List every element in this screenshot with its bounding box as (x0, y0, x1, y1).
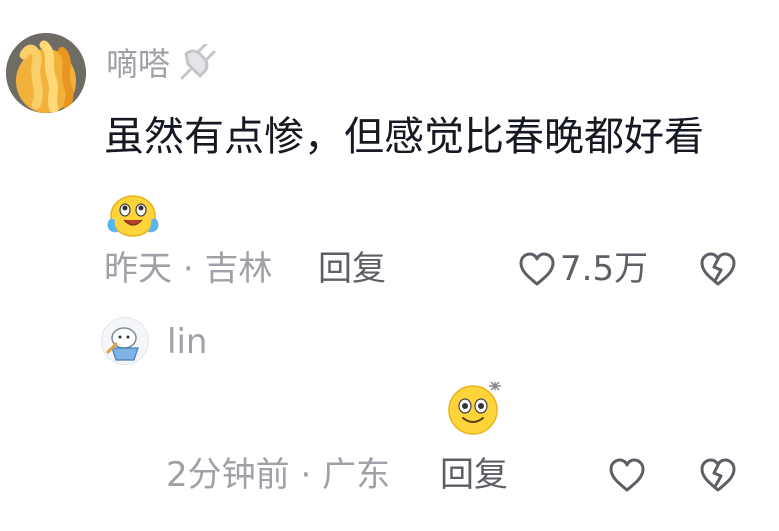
broken-heart-icon (700, 458, 736, 492)
reply-reply-button[interactable]: 回复 (440, 453, 508, 497)
heart-outline-icon (609, 458, 645, 492)
reply-location: 广东 (322, 455, 391, 495)
commenter-avatar[interactable] (6, 33, 86, 113)
meta-separator: · (300, 455, 312, 495)
meta-separator: · (182, 249, 194, 289)
reply-username[interactable]: lin (167, 320, 207, 364)
comment-body: 虽然有点惨，但感觉比春晚都好看 (104, 96, 744, 260)
reply-avatar-image (102, 318, 148, 364)
plug-icon (180, 44, 216, 80)
comment-thread: 嘀嗒 虽然有点惨，但感觉比春晚都好看 昨天 · 吉林 回复 7.5万 lin 2… (0, 0, 779, 531)
crying-laughing-emoji (107, 195, 159, 237)
smiling-wink-emoji (448, 381, 501, 435)
avatar-image (6, 33, 86, 113)
reply-like-button[interactable] (608, 457, 646, 497)
commenter-username[interactable]: 嘀嗒 (106, 44, 220, 84)
reply-dislike-button[interactable] (699, 457, 737, 497)
reply-time: 2分钟前 (166, 455, 290, 495)
dislike-button[interactable] (699, 251, 737, 291)
like-button[interactable]: 7.5万 (518, 247, 648, 291)
like-count: 7.5万 (560, 249, 649, 289)
comment-meta: 昨天 · 吉林 (104, 247, 272, 291)
reply-button[interactable]: 回复 (318, 247, 386, 291)
comment-time: 昨天 (104, 249, 172, 289)
reply-avatar[interactable] (101, 317, 149, 365)
heart-outline-icon (519, 252, 555, 286)
commenter-name: 嘀嗒 (106, 45, 171, 83)
comment-location: 吉林 (204, 249, 273, 289)
reply-meta: 2分钟前 · 广东 (166, 453, 390, 497)
comment-text: 虽然有点惨，但感觉比春晚都好看 (104, 114, 704, 160)
broken-heart-icon (700, 252, 736, 286)
